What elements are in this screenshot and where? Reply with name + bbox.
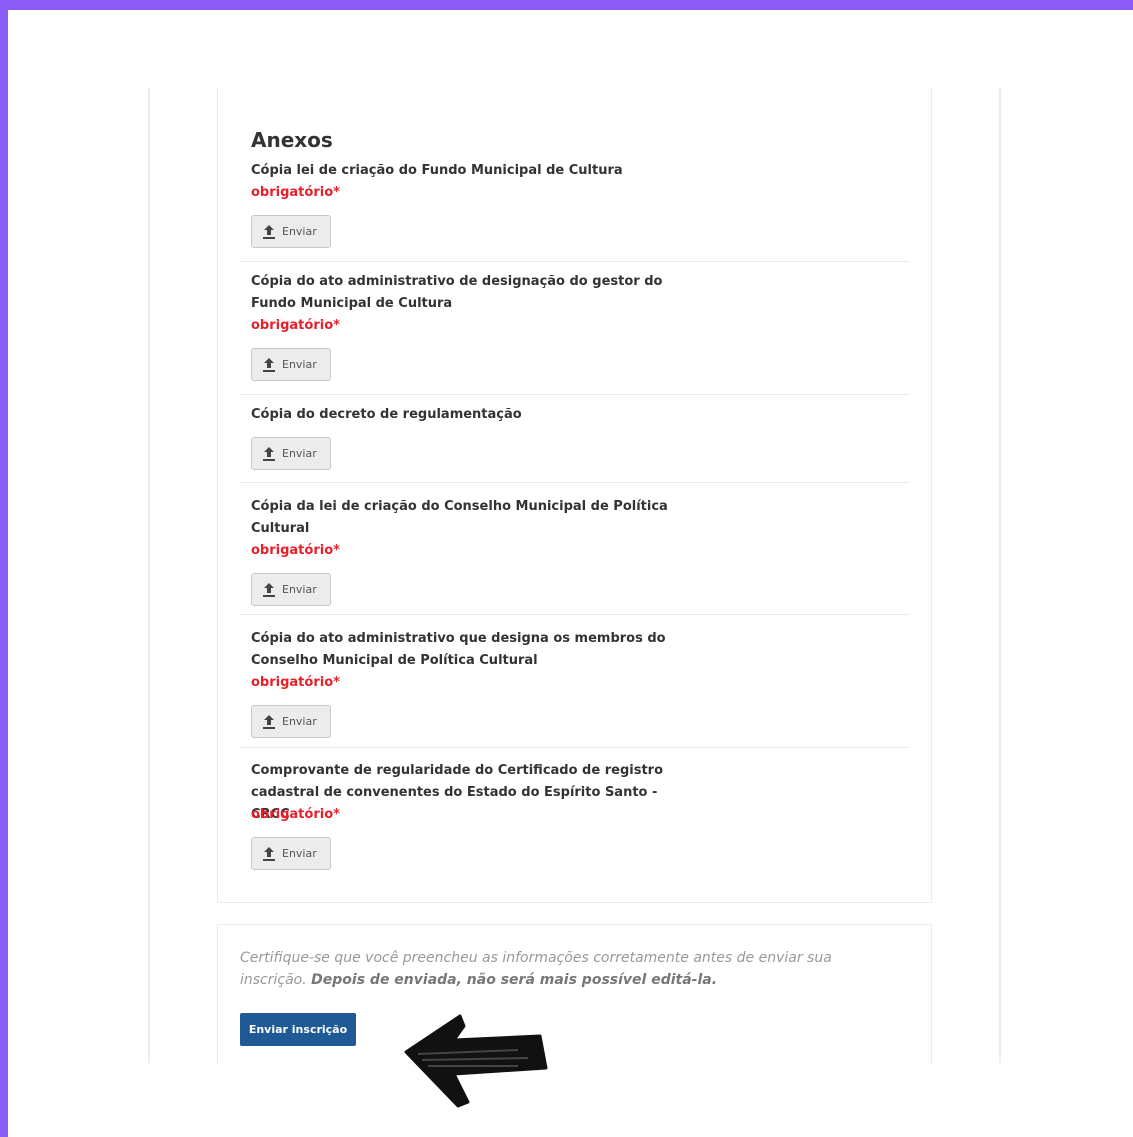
upload-button-label: Enviar bbox=[282, 225, 317, 238]
upload-icon bbox=[263, 714, 275, 729]
arrow-pointer-icon bbox=[404, 1014, 548, 1108]
upload-button-label: Enviar bbox=[282, 447, 317, 460]
upload-button[interactable]: Enviar bbox=[251, 348, 331, 381]
upload-icon bbox=[263, 357, 275, 372]
required-marker: obrigatório* bbox=[251, 543, 340, 558]
submit-panel: Certifique-se que você preencheu as info… bbox=[217, 924, 932, 1064]
notice-warning: Depois de enviada, não será mais possíve… bbox=[311, 972, 718, 988]
divider bbox=[240, 261, 910, 262]
page-left-edge bbox=[148, 88, 150, 1063]
attachment-label: Cópia do decreto de regulamentação bbox=[251, 407, 522, 422]
required-marker: obrigatório* bbox=[251, 185, 340, 200]
divider bbox=[240, 394, 910, 395]
upload-icon bbox=[263, 582, 275, 597]
upload-icon bbox=[263, 846, 275, 861]
upload-button-label: Enviar bbox=[282, 715, 317, 728]
attachment-label: Cópia lei de criação do Fundo Municipal … bbox=[251, 163, 623, 178]
attachment-label: Cópia do ato administrativo que designa … bbox=[251, 631, 666, 668]
upload-button-label: Enviar bbox=[282, 358, 317, 371]
submit-notice: Certifique-se que você preencheu as info… bbox=[240, 947, 870, 991]
submit-inscription-button[interactable]: Enviar inscrição bbox=[240, 1013, 356, 1046]
attachment-label: Cópia do ato administrativo de designaçã… bbox=[251, 274, 663, 311]
required-marker: obrigatório* bbox=[251, 675, 340, 690]
divider bbox=[240, 614, 910, 615]
upload-button-label: Enviar bbox=[282, 847, 317, 860]
upload-button[interactable]: Enviar bbox=[251, 837, 331, 870]
upload-button[interactable]: Enviar bbox=[251, 705, 331, 738]
divider bbox=[240, 747, 910, 748]
upload-icon bbox=[263, 446, 275, 461]
upload-button-label: Enviar bbox=[282, 583, 317, 596]
frame-top-border bbox=[0, 0, 1133, 10]
anexos-title: Anexos bbox=[251, 128, 333, 152]
upload-button[interactable]: Enviar bbox=[251, 437, 331, 470]
required-marker: obrigatório* bbox=[251, 807, 340, 822]
page-right-edge bbox=[999, 88, 1001, 1063]
required-marker: obrigatório* bbox=[251, 318, 340, 333]
attachment-label: Cópia da lei de criação do Conselho Muni… bbox=[251, 499, 668, 536]
divider bbox=[240, 482, 910, 483]
frame-left-border bbox=[0, 0, 8, 1137]
upload-icon bbox=[263, 224, 275, 239]
upload-button[interactable]: Enviar bbox=[251, 573, 331, 606]
anexos-panel: Anexos Cópia lei de criação do Fundo Mun… bbox=[217, 88, 932, 903]
upload-button[interactable]: Enviar bbox=[251, 215, 331, 248]
